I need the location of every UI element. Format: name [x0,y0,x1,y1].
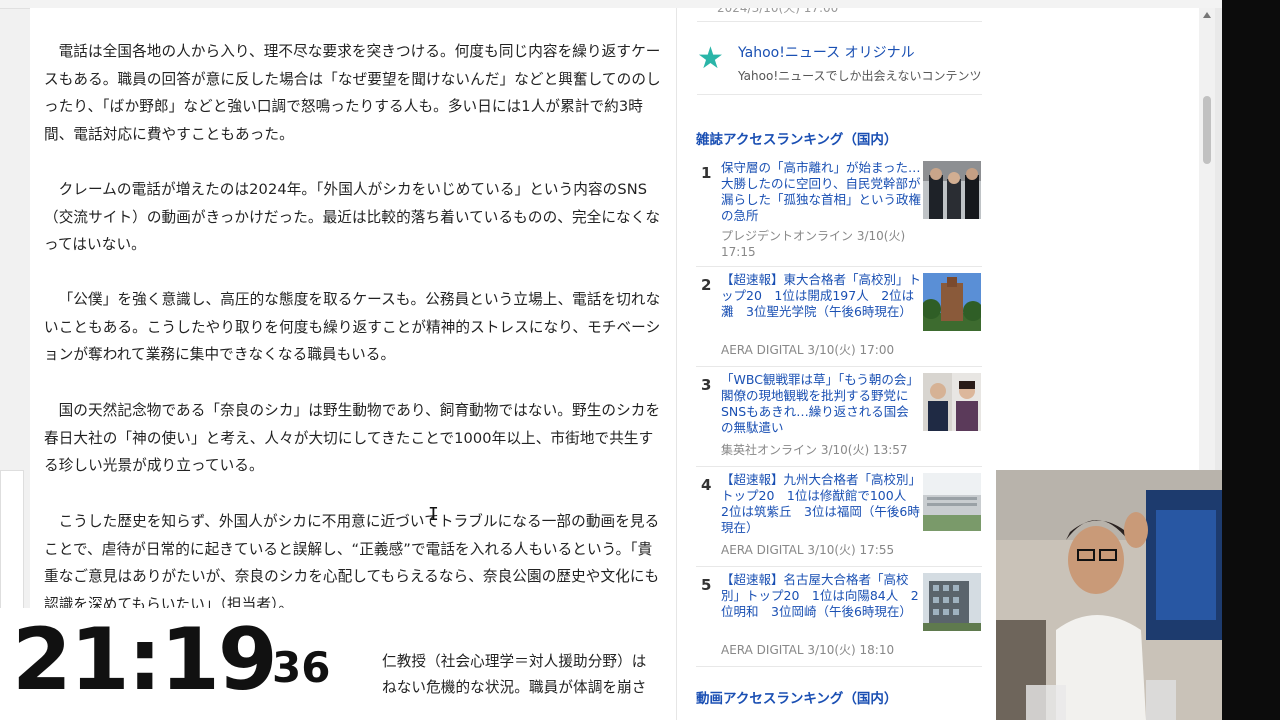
article-paragraph-4: 国の天然記念物である「奈良のシカ」は野生動物であり、飼育動物ではない。野生のシカ… [44,402,661,475]
article-paragraph-5: こうした歴史を知らず、外国人がシカに不用意に近づいてトラブルになる一部の動画を見… [44,513,660,613]
ranking-source: AERA DIGITAL 3/10(火) 17:55 [721,543,895,557]
ranking-headline[interactable]: 「WBC観戦罪は草」「もう朝の会」閣僚の現地観戦を批判する野党にSNSもあきれ…… [721,372,921,436]
yahoo-original-title: Yahoo!ニュース オリジナル [738,45,915,61]
ranking-source: AERA DIGITAL 3/10(火) 17:00 [721,343,895,357]
rank-number: 5 [701,576,712,594]
yahoo-original-subtitle: Yahoo!ニュースでしか出会えないコンテンツ [738,69,982,83]
rank-number: 3 [701,376,712,394]
article-paragraph-1: 電話は全国各地の人から入り、理不尽な要求を突きつける。何度も同じ内容を繰り返すケ… [44,43,661,143]
thumbnail-image[interactable] [923,373,981,431]
left-panel-fragment [0,470,24,612]
clock-time: 21:19 [12,610,278,710]
video-ranking-title: 動画アクセスランキング（国内） [696,691,898,707]
webcam-overlay [996,470,1222,720]
text-cursor-icon: I [428,504,439,525]
ranking-item-2[interactable]: 2 【超速報】東大合格者「高校別」トップ20 1位は開成197人 2位は灘 3位… [696,270,982,367]
thumbnail-image[interactable] [923,473,981,531]
ranking-source: 集英社オンライン 3/10(火) 13:57 [721,443,908,457]
thumbnail-image[interactable] [923,161,981,219]
ranking-item-5[interactable]: 5 【超速報】名古屋大合格者「高校別」トップ20 1位は向陽84人 2位明和 3… [696,570,982,667]
yahoo-original-link[interactable]: ★ Yahoo!ニュース オリジナル Yahoo!ニュースでしか出会えないコンテ… [697,34,982,95]
article-paragraph-6-partial: 仁教授（社会心理学＝対人援助分野）は [382,653,647,670]
sidebar-top-partial-text: 2024/3/10(火) 17:00 [717,8,839,15]
ranking-item-4[interactable]: 4 【超速報】九州大合格者「高校別」トップ20 1位は修猷館で100人 2位は筑… [696,470,982,567]
article-paragraph-3: 「公僕」を強く意識し、高圧的な態度を取るケースも。公務員という立場上、電話を切れ… [44,291,661,364]
article-paragraph-2: クレームの電話が増えたのは2024年。「外国人がシカをいじめている」という内容の… [44,181,661,254]
thumbnail-image[interactable] [923,273,981,331]
clock-seconds: 36 [272,643,331,692]
scrollbar-thumb[interactable] [1203,96,1211,164]
magazine-ranking-title: 雑誌アクセスランキング（国内） [696,132,898,148]
rank-number: 1 [701,164,712,182]
rank-number: 4 [701,476,712,494]
ranking-source: AERA DIGITAL 3/10(火) 18:10 [721,643,895,657]
ranking-source: プレジデントオンライン 3/10(火) 17:15 [721,229,906,259]
thumbnail-image[interactable] [923,573,981,631]
star-icon: ★ [697,41,724,76]
scroll-up-arrow-icon[interactable] [1203,12,1211,18]
divider [697,21,982,22]
ranking-item-3[interactable]: 3 「WBC観戦罪は草」「もう朝の会」閣僚の現地観戦を批判する野党にSNSもあき… [696,370,982,467]
ranking-headline[interactable]: 保守層の「高市離れ」が始まった…大勝したのに空回り、自民党幹部が漏らした「孤独な… [721,160,921,224]
clock-overlay: 21:19 36 [0,608,380,720]
ranking-headline[interactable]: 【超速報】東大合格者「高校別」トップ20 1位は開成197人 2位は灘 3位聖光… [721,272,921,320]
ranking-item-1[interactable]: 1 保守層の「高市離れ」が始まった…大勝したのに空回り、自民党幹部が漏らした「孤… [696,158,982,267]
ranking-headline[interactable]: 【超速報】九州大合格者「高校別」トップ20 1位は修猷館で100人 2位は筑紫丘… [721,472,921,536]
ranking-headline[interactable]: 【超速報】名古屋大合格者「高校別」トップ20 1位は向陽84人 2位明和 3位岡… [721,572,921,620]
rank-number: 2 [701,276,712,294]
article-paragraph-7-partial: ねない危機的な状況。職員が体調を崩さ [382,679,647,696]
dark-background [1222,0,1280,720]
